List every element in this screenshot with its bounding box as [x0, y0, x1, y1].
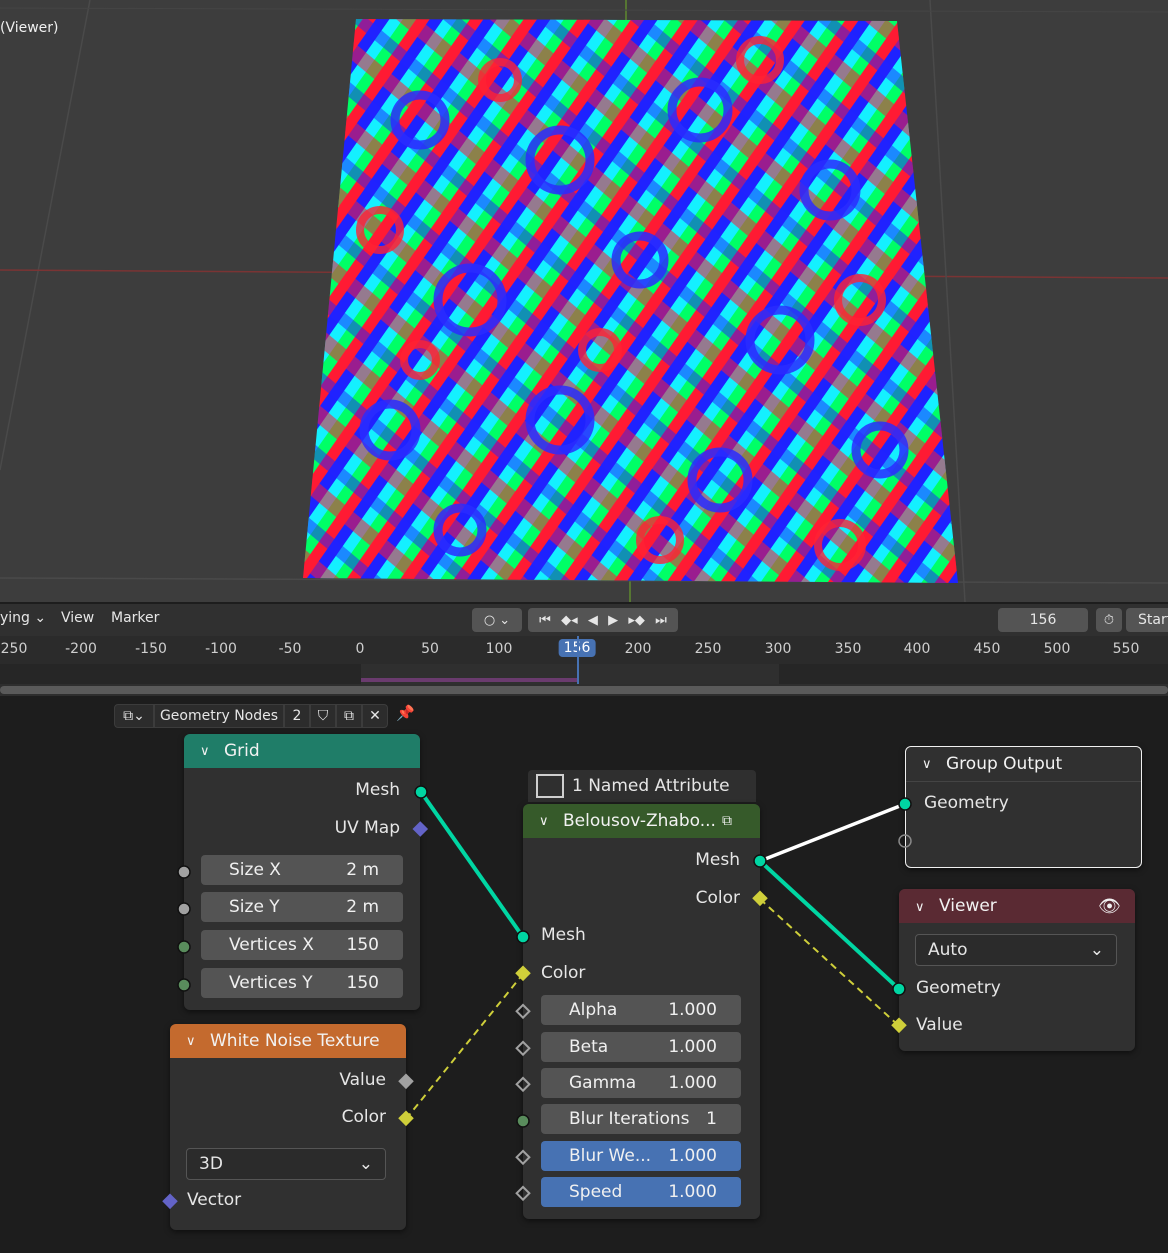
timeline-ruler[interactable]: 250 -200 -150 -100 -50 0 50 100 156 200 … — [0, 636, 1168, 664]
noise-color-socket[interactable] — [398, 1110, 414, 1127]
alpha-socket[interactable] — [515, 1003, 531, 1020]
ruler-tick: 250 — [0, 641, 28, 657]
ruler-tick: 500 — [1043, 641, 1071, 657]
node-sockets — [162, 785, 912, 1210]
vertices-y-socket[interactable] — [177, 978, 191, 992]
blur-weight-socket[interactable] — [515, 1149, 531, 1166]
ruler-tick: 450 — [973, 641, 1001, 657]
reaction-diffusion-plane — [303, 19, 958, 583]
play-icon[interactable]: ▶ — [608, 613, 618, 628]
ruler-tick: -100 — [205, 641, 237, 657]
play-reverse-icon[interactable]: ◀ — [588, 613, 598, 628]
marker-menu[interactable]: Marker — [111, 610, 159, 626]
group-mesh-in-socket[interactable] — [516, 930, 530, 944]
group-mesh-out-socket[interactable] — [753, 854, 767, 868]
ruler-tick: 50 — [421, 641, 439, 657]
ruler-tick: 400 — [903, 641, 931, 657]
ruler-tick: 250 — [694, 641, 722, 657]
ruler-tick: 100 — [485, 641, 513, 657]
output-empty-socket[interactable] — [898, 834, 912, 848]
ruler-tick: 300 — [764, 641, 792, 657]
speed-socket[interactable] — [515, 1185, 531, 1202]
node-editor[interactable]: ⧉⌄ Geometry Nodes 2 ⛉ ⧉ ✕ 📌 ∨ Grid Mesh … — [0, 698, 1168, 1253]
blur-iterations-socket[interactable] — [516, 1114, 530, 1128]
ruler-tick: 200 — [624, 641, 652, 657]
playback-controls: ⏮ ◆◂ ◀ ▶ ▸◆ ⏭ — [528, 608, 678, 632]
timeline-scrollbar[interactable] — [0, 684, 1168, 696]
size-x-socket[interactable] — [177, 865, 191, 879]
jump-start-icon[interactable]: ⏮ — [539, 613, 551, 628]
group-color-out-socket[interactable] — [752, 890, 768, 907]
output-geometry-socket[interactable] — [898, 797, 912, 811]
keying-toggle-button[interactable]: ○ ⌄ — [472, 608, 522, 632]
current-frame-field[interactable]: 156 — [998, 608, 1088, 632]
grid-mesh-socket[interactable] — [414, 785, 428, 799]
ruler-tick: 550 — [1112, 641, 1140, 657]
view-menu[interactable]: View — [61, 610, 94, 626]
ruler-tick: -200 — [65, 641, 97, 657]
size-y-socket[interactable] — [177, 902, 191, 916]
ruler-tick: 350 — [834, 641, 862, 657]
beta-socket[interactable] — [515, 1040, 531, 1057]
stopwatch-icon[interactable]: ⏱ — [1096, 608, 1122, 632]
group-color-in-socket[interactable] — [515, 965, 531, 982]
viewport-object-label: (Viewer) — [0, 20, 59, 36]
vertices-x-socket[interactable] — [177, 940, 191, 954]
ruler-tick: -150 — [135, 641, 167, 657]
prev-keyframe-icon[interactable]: ◆◂ — [561, 613, 578, 628]
viewer-value-socket[interactable] — [891, 1017, 907, 1034]
cache-bar — [361, 678, 577, 682]
viewer-geometry-socket[interactable] — [892, 982, 906, 996]
jump-end-icon[interactable]: ⏭ — [655, 613, 667, 628]
noise-value-socket[interactable] — [398, 1073, 414, 1090]
scrollbar-thumb[interactable] — [0, 686, 1168, 694]
next-keyframe-icon[interactable]: ▸◆ — [628, 613, 645, 628]
gamma-socket[interactable] — [515, 1076, 531, 1093]
start-frame-field[interactable]: Start — [1126, 608, 1168, 632]
3d-viewport[interactable]: (Viewer) — [0, 0, 1168, 602]
noise-vector-socket[interactable] — [162, 1193, 178, 1210]
record-circle-icon: ○ ⌄ — [483, 612, 511, 628]
grid-uvmap-socket[interactable] — [412, 821, 429, 837]
ruler-tick: -50 — [278, 641, 302, 657]
ruler-tick: 0 — [355, 641, 365, 657]
timeline-track[interactable] — [0, 636, 1168, 696]
timeline-header: ying ⌄ View Marker ○ ⌄ ⏮ ◆◂ ◀ ▶ ▸◆ ⏭ 156… — [0, 604, 1168, 636]
playback-menu[interactable]: ying ⌄ — [0, 610, 46, 626]
